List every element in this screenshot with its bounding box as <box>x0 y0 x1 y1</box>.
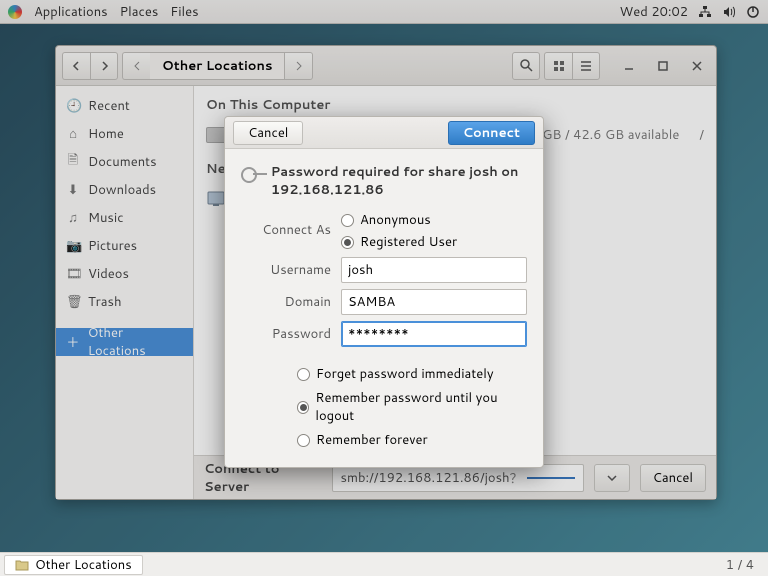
radio-registered[interactable]: Registered User <box>341 233 527 251</box>
radio-until-logout[interactable]: Remember password until you logout <box>297 389 527 425</box>
password-input[interactable] <box>341 321 527 347</box>
connect-as-label: Connect As <box>241 221 341 239</box>
workspace-indicator[interactable]: 1 / 4 <box>716 556 764 574</box>
taskbar-window-label: Other Locations <box>35 556 132 574</box>
domain-input[interactable] <box>341 289 527 315</box>
dialog-cancel-button[interactable]: Cancel <box>233 121 303 145</box>
radio-label: Forget password immediately <box>316 365 494 383</box>
username-input[interactable] <box>341 257 527 283</box>
radio-forget-immediately[interactable]: Forget password immediately <box>297 365 527 383</box>
radio-forever[interactable]: Remember forever <box>297 431 527 449</box>
auth-dialog: Cancel Connect Password required for sha… <box>224 116 544 468</box>
radio-label: Remember forever <box>316 431 428 449</box>
modal-overlay: Cancel Connect Password required for sha… <box>0 0 768 576</box>
password-label: Password <box>241 325 341 343</box>
radio-anonymous[interactable]: Anonymous <box>341 211 527 229</box>
domain-label: Domain <box>241 293 341 311</box>
taskbar-window-button[interactable]: Other Locations <box>4 555 143 575</box>
key-icon <box>241 163 261 183</box>
bottom-taskbar: Other Locations 1 / 4 <box>0 552 768 576</box>
radio-anonymous-label: Anonymous <box>360 211 431 229</box>
radio-registered-label: Registered User <box>360 233 457 251</box>
radio-label: Remember password until you logout <box>315 389 527 425</box>
dialog-title: Password required for share josh on 192.… <box>271 163 527 199</box>
folder-icon <box>15 559 29 571</box>
username-label: Username <box>241 261 341 279</box>
dialog-connect-button[interactable]: Connect <box>448 121 535 145</box>
